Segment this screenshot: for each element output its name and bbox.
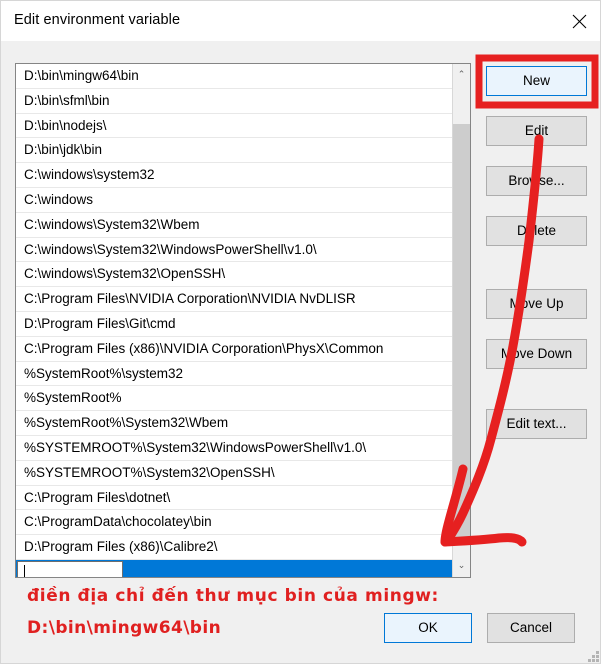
list-item-editing[interactable] [16, 559, 453, 577]
list-item[interactable]: C:\Program Files\dotnet\ [16, 485, 453, 511]
list-item[interactable]: C:\ProgramData\chocolatey\bin [16, 510, 453, 536]
browse-button[interactable]: Browse... [486, 166, 587, 196]
move-down-button[interactable]: Move Down [486, 339, 587, 369]
scroll-down-icon[interactable]: ⌄ [453, 555, 470, 577]
edit-environment-variable-dialog: Edit environment variable D:\bin\mingw64… [0, 0, 601, 664]
list-item[interactable]: D:\bin\mingw64\bin [16, 64, 453, 89]
list-item[interactable]: C:\windows\System32\Wbem [16, 212, 453, 238]
new-button[interactable]: New [486, 66, 587, 96]
list-item[interactable]: D:\bin\sfml\bin [16, 88, 453, 114]
text-caret [24, 564, 25, 577]
ok-button[interactable]: OK [384, 613, 472, 643]
edit-text-button[interactable]: Edit text... [486, 409, 587, 439]
list-item[interactable]: %SystemRoot%\System32\Wbem [16, 411, 453, 436]
list-item[interactable]: %SYSTEMROOT%\System32\OpenSSH\ [16, 460, 453, 486]
list-item[interactable]: C:\windows\System32\OpenSSH\ [16, 262, 453, 288]
title-bar: Edit environment variable [1, 1, 600, 41]
scrollbar-thumb[interactable] [453, 124, 470, 543]
chevron-down-icon: ⌄ [457, 560, 466, 571]
list-item[interactable]: %SystemRoot% [16, 386, 453, 412]
close-icon[interactable] [556, 1, 600, 41]
list-item[interactable]: C:\Program Files (x86)\NVIDIA Corporatio… [16, 336, 453, 362]
list-item[interactable]: C:\Program Files\NVIDIA Corporation\NVID… [16, 287, 453, 312]
list-item[interactable]: D:\bin\nodejs\ [16, 113, 453, 139]
annotation-text-line1: điền địa chỉ đến thư mục bin của mingw: [27, 586, 439, 606]
dialog-client-area: D:\bin\mingw64\bin D:\bin\sfml\bin D:\bi… [1, 41, 600, 663]
vertical-scrollbar[interactable]: ⌃ ⌄ [452, 64, 470, 577]
scroll-up-icon[interactable]: ⌃ [453, 64, 470, 86]
list-item[interactable]: D:\Program Files\Git\cmd [16, 311, 453, 337]
list-item[interactable]: %SYSTEMROOT%\System32\WindowsPowerShell\… [16, 435, 453, 461]
list-item[interactable]: D:\Program Files (x86)\Calibre2\ [16, 535, 453, 560]
cancel-button[interactable]: Cancel [487, 613, 575, 643]
list-item[interactable]: C:\windows [16, 187, 453, 213]
path-edit-input[interactable] [17, 560, 123, 577]
chevron-up-icon: ⌃ [457, 69, 466, 80]
delete-button[interactable]: Delete [486, 216, 587, 246]
list-item[interactable]: C:\windows\system32 [16, 163, 453, 188]
list-item[interactable]: %SystemRoot%\system32 [16, 361, 453, 387]
edit-button[interactable]: Edit [486, 116, 587, 146]
path-list[interactable]: D:\bin\mingw64\bin D:\bin\sfml\bin D:\bi… [15, 63, 471, 578]
move-up-button[interactable]: Move Up [486, 289, 587, 319]
list-item[interactable]: D:\bin\jdk\bin [16, 138, 453, 164]
annotation-text-line2: D:\bin\mingw64\bin [27, 618, 222, 638]
resize-grip[interactable] [586, 649, 599, 662]
path-list-rows: D:\bin\mingw64\bin D:\bin\sfml\bin D:\bi… [16, 64, 453, 577]
window-title: Edit environment variable [14, 12, 181, 28]
list-item[interactable]: C:\windows\System32\WindowsPowerShell\v1… [16, 237, 453, 263]
